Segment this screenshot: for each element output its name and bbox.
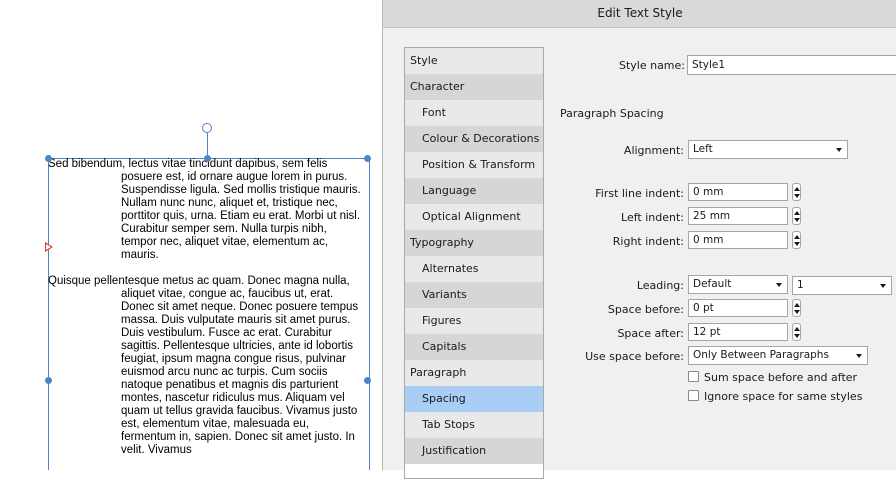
nav-item-position-transform[interactable]: Position & Transform — [405, 152, 543, 178]
style-category-list: Style Character Font Colour & Decorations Po… — [404, 47, 544, 479]
nav-item-style[interactable]: Style — [405, 48, 543, 74]
nav-item-optical-alignment[interactable]: Optical Alignment — [405, 204, 543, 230]
ignore-space-checkbox[interactable] — [688, 390, 699, 401]
resize-handle-top-left[interactable] — [45, 155, 52, 162]
first-line-indent-stepper[interactable] — [792, 183, 801, 201]
paragraph-1: Sed bibendum, lectus vitae tincidunt dap… — [48, 158, 361, 261]
nav-item-variants[interactable]: Variants — [405, 282, 543, 308]
dialog-title: Edit Text Style — [383, 0, 896, 28]
nav-item-typography[interactable]: Typography — [405, 230, 543, 256]
nav-item-figures[interactable]: Figures — [405, 308, 543, 334]
left-indent-label: Left indent: — [621, 211, 684, 224]
edit-text-style-dialog: Edit Text Style Style Character Font Colour… — [382, 0, 896, 479]
nav-item-justification[interactable]: Justification — [405, 438, 543, 464]
space-before-field[interactable]: 0 pt — [688, 299, 788, 317]
paragraph-2: Quisque pellentesque metus ac quam. Done… — [48, 275, 359, 456]
resize-handle-top-right[interactable] — [364, 155, 371, 162]
space-after-stepper[interactable] — [792, 323, 801, 341]
chevron-down-icon — [880, 284, 886, 288]
nav-item-tab-stops[interactable]: Tab Stops — [405, 412, 543, 438]
leading-label: Leading: — [636, 279, 684, 292]
text-frame-body[interactable]: Sed bibendum, lectus vitae tincidunt dap… — [48, 158, 367, 470]
first-line-indent-label: First line indent: — [595, 187, 684, 200]
nav-item-font[interactable]: Font — [405, 100, 543, 126]
nav-item-capitals[interactable]: Capitals — [405, 334, 543, 360]
text-frame[interactable]: Sed bibendum, lectus vitae tincidunt dap… — [48, 158, 370, 470]
right-indent-stepper[interactable] — [792, 231, 801, 249]
use-space-before-value: Only Between Paragraphs — [693, 349, 829, 361]
nav-item-character[interactable]: Character — [405, 74, 543, 100]
text-flow-marker-icon[interactable] — [45, 242, 53, 252]
nav-item-language[interactable]: Language — [405, 178, 543, 204]
use-space-before-dropdown[interactable]: Only Between Paragraphs — [688, 346, 868, 365]
section-heading: Paragraph Spacing — [560, 107, 664, 120]
resize-handle-left[interactable] — [45, 377, 52, 384]
leading-value: Default — [693, 278, 732, 290]
alignment-label: Alignment: — [623, 144, 684, 157]
left-indent-stepper[interactable] — [792, 207, 801, 225]
rotate-handle[interactable] — [202, 123, 212, 133]
nav-item-alternates[interactable]: Alternates — [405, 256, 543, 282]
resize-handle-right[interactable] — [364, 377, 371, 384]
left-indent-field[interactable]: 25 mm — [688, 207, 788, 225]
use-space-before-label: Use space before: — [585, 350, 684, 363]
first-line-indent-field[interactable]: 0 mm — [688, 183, 788, 201]
nav-item-paragraph[interactable]: Paragraph — [405, 360, 543, 386]
style-name-field[interactable]: Style1 — [687, 55, 896, 75]
leading-dropdown[interactable]: Default — [688, 275, 788, 294]
nav-item-colour-decorations[interactable]: Colour & Decorations — [405, 126, 543, 152]
ignore-space-label[interactable]: Ignore space for same styles — [704, 390, 862, 403]
space-before-label: Space before: — [607, 303, 684, 316]
leading-multiplier-combo[interactable]: 1 — [792, 276, 892, 295]
chevron-down-icon — [776, 283, 782, 287]
sum-space-label[interactable]: Sum space before and after — [704, 371, 857, 384]
document-canvas[interactable]: Sed bibendum, lectus vitae tincidunt dap… — [0, 0, 382, 470]
chevron-down-icon — [836, 148, 842, 152]
space-before-stepper[interactable] — [792, 299, 801, 317]
space-after-label: Space after: — [617, 327, 684, 340]
alignment-value: Left — [693, 143, 713, 155]
nav-item-spacing[interactable]: Spacing — [405, 386, 543, 412]
chevron-down-icon — [856, 354, 862, 358]
alignment-dropdown[interactable]: Left — [688, 140, 848, 159]
right-indent-label: Right indent: — [612, 235, 684, 248]
right-indent-field[interactable]: 0 mm — [688, 231, 788, 249]
style-name-label: Style name: — [618, 59, 685, 72]
sum-space-checkbox[interactable] — [688, 371, 699, 382]
leading-multiplier-value: 1 — [797, 279, 804, 291]
space-after-field[interactable]: 12 pt — [688, 323, 788, 341]
resize-handle-top[interactable] — [204, 155, 211, 162]
